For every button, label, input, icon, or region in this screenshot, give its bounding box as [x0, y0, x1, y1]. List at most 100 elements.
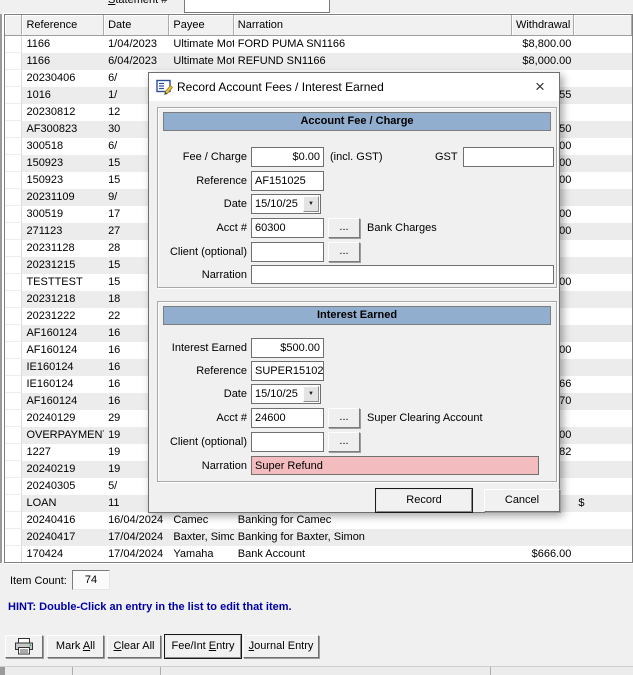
column-header-date[interactable]: Date — [104, 15, 170, 35]
print-button[interactable] — [5, 635, 43, 658]
column-header-deposit[interactable] — [574, 15, 632, 35]
cell-deposit — [574, 529, 632, 546]
fee-client-input[interactable] — [251, 242, 324, 262]
row-selector-cell[interactable] — [5, 478, 23, 495]
cell-reference: 271123 — [26, 225, 63, 237]
statement-number-input[interactable] — [184, 0, 330, 13]
cell-reference: 20231128 — [26, 242, 75, 254]
cell-deposit — [574, 308, 632, 325]
cell-deposit — [574, 189, 632, 206]
fee-charge-input[interactable]: $0.00 — [251, 147, 324, 167]
row-selector-cell[interactable] — [5, 529, 23, 546]
row-selector-cell[interactable] — [5, 223, 23, 240]
fee-reference-label: Reference — [196, 175, 247, 187]
column-header-reference[interactable]: Reference — [22, 15, 105, 35]
cell-deposit — [574, 87, 632, 104]
cell-reference: 1166 — [26, 38, 51, 50]
column-header-narration[interactable]: Narration — [233, 15, 512, 35]
table-row[interactable]: 1166 1/04/2023 Ultimate Mot... FORD PUMA… — [5, 36, 632, 53]
table-row[interactable]: 20240417 17/04/2024 Baxter, Simon Bankin… — [5, 529, 632, 546]
cell-reference: IE160124 — [26, 361, 74, 373]
row-selector-cell[interactable] — [5, 359, 23, 376]
interest-acct-lookup-button[interactable]: ... — [328, 408, 360, 428]
column-header-selector[interactable] — [5, 15, 23, 35]
row-selector-cell[interactable] — [5, 87, 23, 104]
journal-entry-button[interactable]: Journal Entry — [243, 635, 319, 658]
fee-date-combo[interactable]: 15/10/25 ▼ — [251, 194, 321, 214]
interest-earned-input[interactable]: $500.00 — [251, 338, 324, 358]
fee-charge-label: Fee / Charge — [182, 151, 247, 163]
fee-reference-input[interactable]: AF151025 — [251, 171, 324, 191]
row-selector-cell[interactable] — [5, 342, 23, 359]
interest-earned-header: Interest Earned — [163, 306, 551, 325]
record-button[interactable]: Record — [376, 489, 472, 512]
row-selector-cell[interactable] — [5, 410, 23, 427]
column-header-payee[interactable]: Payee — [169, 15, 234, 35]
row-selector-cell[interactable] — [5, 172, 23, 189]
cell-withdrawal: $8,000.00 — [522, 55, 572, 67]
dialog-titlebar[interactable]: Record Account Fees / Interest Earned × — [149, 73, 559, 101]
cell-reference: 20231222 — [26, 310, 76, 322]
panel-divider — [160, 667, 161, 675]
gst-input[interactable] — [463, 147, 554, 167]
cell-deposit — [574, 376, 632, 393]
cell-deposit — [574, 223, 632, 240]
row-selector-cell[interactable] — [5, 376, 23, 393]
row-selector-cell[interactable] — [5, 461, 23, 478]
row-selector-cell[interactable] — [5, 189, 23, 206]
interest-client-input[interactable] — [251, 432, 324, 452]
cell-reference: 20240305 — [26, 480, 76, 492]
row-selector-cell[interactable] — [5, 53, 23, 70]
fee-narration-input[interactable] — [251, 265, 554, 284]
interest-date-combo[interactable]: 15/10/25 ▼ — [251, 384, 321, 404]
table-row[interactable]: 170424 17/04/2024 Yamaha Bank Account $6… — [5, 546, 632, 562]
interest-reference-input[interactable]: SUPER15102 — [251, 361, 324, 381]
row-selector-cell[interactable] — [5, 512, 23, 529]
row-selector-cell[interactable] — [5, 291, 23, 308]
row-selector-cell[interactable] — [5, 393, 23, 410]
interest-narration-input[interactable]: Super Refund — [251, 456, 539, 475]
row-selector-cell[interactable] — [5, 121, 23, 138]
chevron-down-icon[interactable]: ▼ — [303, 196, 319, 212]
chevron-down-icon[interactable]: ▼ — [303, 386, 319, 402]
cell-deposit — [574, 172, 632, 189]
row-selector-cell[interactable] — [5, 444, 23, 461]
row-selector-cell[interactable] — [5, 138, 23, 155]
list-header: Reference Date Payee Narration Withdrawa… — [5, 15, 632, 36]
close-icon[interactable]: × — [527, 75, 553, 99]
cell-reference: 150923 — [26, 157, 64, 169]
cell-deposit — [574, 444, 632, 461]
clear-all-button[interactable]: Clear All — [107, 635, 161, 658]
interest-client-label: Client (optional) — [169, 436, 247, 448]
row-selector-cell[interactable] — [5, 308, 23, 325]
cell-deposit — [574, 36, 632, 53]
mark-all-button[interactable]: Mark All — [47, 635, 104, 658]
row-selector-cell[interactable] — [5, 257, 23, 274]
row-selector-cell[interactable] — [5, 495, 23, 512]
table-row[interactable]: 1166 6/04/2023 Ultimate Mot... REFUND SN… — [5, 53, 632, 70]
panel-edge-nub — [0, 667, 5, 675]
row-selector-cell[interactable] — [5, 240, 23, 257]
table-row[interactable]: 20240416 16/04/2024 Camec Banking for Ca… — [5, 512, 632, 529]
row-selector-cell[interactable] — [5, 36, 23, 53]
row-selector-cell[interactable] — [5, 155, 23, 172]
lower-panel-edge — [0, 666, 633, 675]
cell-reference: 20240417 — [26, 531, 76, 543]
row-selector-cell[interactable] — [5, 70, 23, 87]
row-selector-cell[interactable] — [5, 206, 23, 223]
interest-acct-input[interactable]: 24600 — [251, 408, 324, 428]
cell-reference: AF160124 — [26, 344, 78, 356]
fee-acct-lookup-button[interactable]: ... — [328, 218, 360, 238]
row-selector-cell[interactable] — [5, 546, 23, 562]
fee-int-entry-button[interactable]: Fee/Int Entry — [165, 635, 241, 658]
cell-date: 6/04/2023 — [108, 55, 157, 67]
row-selector-cell[interactable] — [5, 325, 23, 342]
interest-client-lookup-button[interactable]: ... — [328, 432, 360, 452]
row-selector-cell[interactable] — [5, 274, 23, 291]
fee-client-lookup-button[interactable]: ... — [328, 242, 360, 262]
row-selector-cell[interactable] — [5, 104, 23, 121]
fee-acct-input[interactable]: 60300 — [251, 218, 324, 238]
column-header-withdrawal[interactable]: Withdrawal — [511, 15, 575, 35]
row-selector-cell[interactable] — [5, 427, 23, 444]
cancel-button[interactable]: Cancel — [484, 489, 560, 512]
